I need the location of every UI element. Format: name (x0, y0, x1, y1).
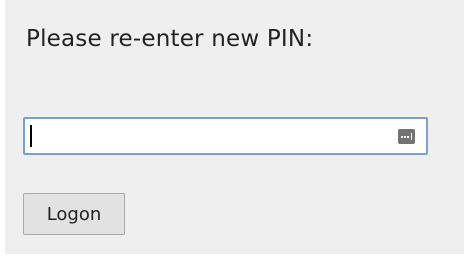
pin-entry-panel: Please re-enter new PIN: Logon (5, 0, 464, 254)
key-icon-glyph (401, 133, 412, 140)
text-caret (30, 125, 32, 147)
pin-prompt-label: Please re-enter new PIN: (26, 26, 314, 52)
pin-field[interactable] (23, 117, 428, 155)
password-key-icon[interactable] (398, 129, 415, 144)
logon-button[interactable]: Logon (23, 193, 125, 235)
pin-input[interactable] (25, 119, 426, 153)
